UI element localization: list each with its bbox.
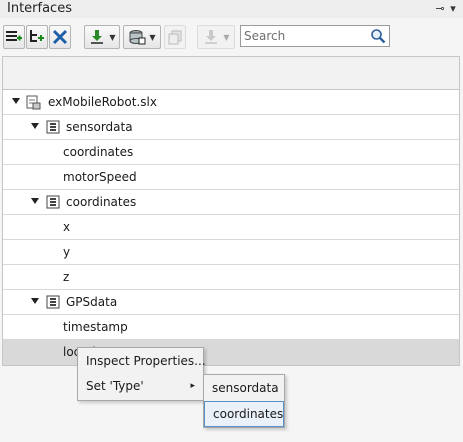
- tree-row-element[interactable]: coordinates: [3, 140, 459, 165]
- dictionary-button[interactable]: ▼: [123, 25, 161, 49]
- export-dropdown-arrow-icon[interactable]: ▼: [223, 33, 229, 42]
- tree-row-label: sensordata: [66, 120, 133, 134]
- tree-row-element[interactable]: x: [3, 215, 459, 240]
- search-input[interactable]: [244, 27, 364, 45]
- import-dropdown-arrow-icon[interactable]: ▼: [109, 33, 115, 42]
- model-file-icon: [26, 95, 41, 110]
- search-box[interactable]: [240, 25, 390, 47]
- tree-row-element[interactable]: timestamp: [3, 315, 459, 340]
- tree-row-label: motorSpeed: [63, 170, 137, 184]
- dictionary-icon: [129, 30, 146, 45]
- expand-caret-icon[interactable]: [12, 98, 20, 104]
- context-menu: Inspect Properties... Set 'Type' ▸: [77, 347, 206, 401]
- add-element-button[interactable]: [26, 25, 48, 49]
- add-interface-button[interactable]: [3, 25, 25, 49]
- toolbar: ▼ ▼ ▼: [0, 19, 463, 53]
- interface-icon: [46, 295, 60, 309]
- type-submenu: sensordata coordinates: [203, 374, 285, 428]
- copy-button[interactable]: [164, 25, 186, 49]
- menu-item-inspect-properties[interactable]: Inspect Properties...: [78, 349, 206, 374]
- submenu-item-label: coordinates: [213, 407, 284, 421]
- tree-row-element[interactable]: y: [3, 240, 459, 265]
- add-interface-icon: [6, 31, 22, 41]
- tree-row-interface[interactable]: GPSdata: [3, 290, 459, 315]
- delete-button[interactable]: [49, 25, 71, 49]
- tree-header: [3, 57, 459, 90]
- menu-item-label: Set 'Type': [86, 379, 144, 393]
- tree-row-element[interactable]: z: [3, 265, 459, 290]
- tree-row-label: coordinates: [63, 145, 134, 159]
- tree-row-interface[interactable]: coordinates: [3, 190, 459, 215]
- tree-row-label: y: [63, 245, 71, 259]
- search-icon[interactable]: [370, 28, 386, 44]
- tree-row-label: x: [63, 220, 71, 234]
- copy-icon: [168, 30, 182, 45]
- tree-row-label: z: [63, 270, 70, 284]
- expand-caret-icon[interactable]: [31, 123, 39, 129]
- submenu-arrow-icon: ▸: [190, 381, 195, 391]
- submenu-item-label: sensordata: [212, 381, 279, 395]
- tree-row-element[interactable]: motorSpeed: [3, 165, 459, 190]
- tree-row-label: GPSdata: [66, 295, 118, 309]
- tree-row-interface[interactable]: sensordata: [3, 115, 459, 140]
- submenu-item-coordinates[interactable]: coordinates: [204, 401, 284, 427]
- pin-icon[interactable]: ⊸: [434, 2, 446, 16]
- interface-icon: [46, 120, 60, 134]
- tree-row-label: exMobileRobot.slx: [48, 95, 157, 109]
- export-button[interactable]: ▼: [197, 25, 235, 49]
- tree-row-model[interactable]: exMobileRobot.slx: [3, 90, 459, 115]
- interface-tree: exMobileRobot.slx sensordata coordinates…: [2, 56, 460, 366]
- menu-item-set-type[interactable]: Set 'Type' ▸: [78, 374, 203, 399]
- import-button[interactable]: ▼: [84, 25, 120, 49]
- export-icon: [205, 30, 218, 44]
- dictionary-dropdown-arrow-icon[interactable]: ▼: [149, 33, 155, 42]
- panel-title-bar: Interfaces ⊸ ▾: [0, 0, 463, 18]
- interface-icon: [46, 195, 60, 209]
- tree-row-label: coordinates: [66, 195, 137, 209]
- add-element-icon: [30, 30, 44, 42]
- delete-icon: [52, 29, 68, 45]
- panel-menu-icon[interactable]: ▾: [447, 2, 459, 16]
- tree-row-label: timestamp: [63, 320, 128, 334]
- menu-item-label: Inspect Properties...: [86, 354, 206, 368]
- expand-caret-icon[interactable]: [31, 298, 39, 304]
- import-icon: [91, 30, 104, 44]
- panel-title: Interfaces: [7, 1, 72, 16]
- expand-caret-icon[interactable]: [31, 198, 39, 204]
- submenu-item-sensordata[interactable]: sensordata: [204, 376, 284, 402]
- tree-row-element-selected[interactable]: location: [3, 340, 459, 365]
